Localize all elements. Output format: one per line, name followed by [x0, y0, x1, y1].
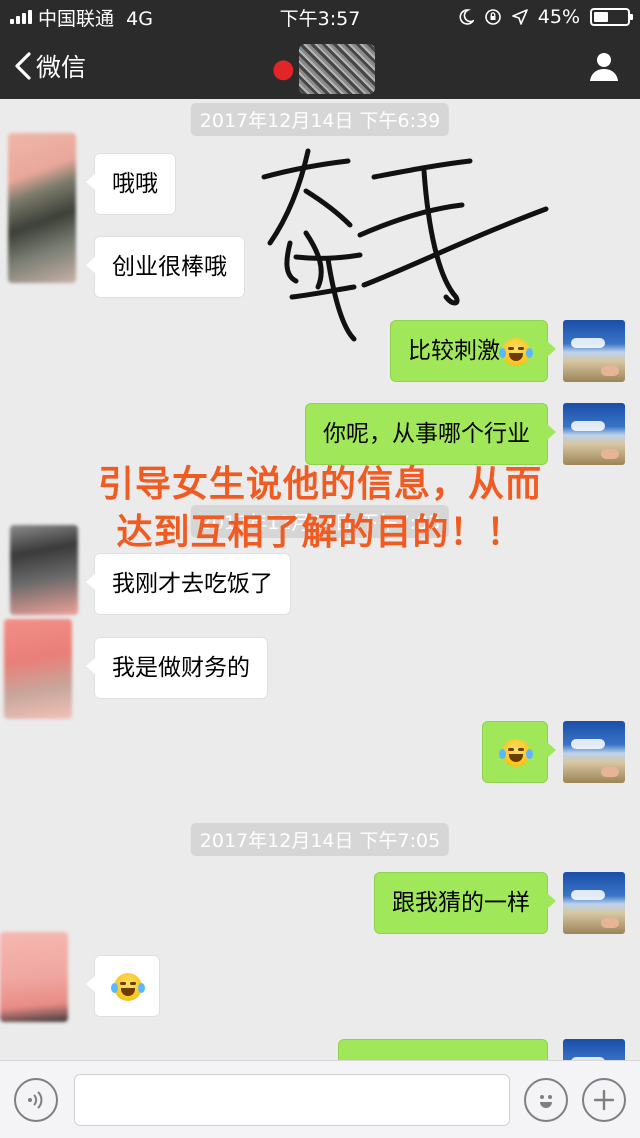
more-button[interactable]	[582, 1078, 626, 1122]
message-text: 跟我猜的一样	[392, 890, 530, 916]
message-input[interactable]	[74, 1074, 510, 1126]
redacted-contact-name	[298, 44, 375, 94]
outgoing-message[interactable]	[482, 721, 556, 783]
navigation-bar: 微信 ●	[0, 34, 640, 99]
carrier-label: 中国联通 4G	[38, 7, 153, 30]
annotation-line: 达到互相了解的目的！！	[116, 512, 524, 553]
incoming-message[interactable]	[86, 955, 160, 1017]
voice-icon	[28, 1091, 43, 1109]
face-with-tears-of-joy-icon	[111, 972, 145, 1001]
face-with-tears-of-joy-icon	[499, 738, 533, 767]
signal-icon	[10, 10, 32, 24]
chat-profile-button[interactable]	[588, 50, 620, 86]
strawberry-icon: ●	[272, 54, 295, 84]
moon-icon	[459, 9, 474, 25]
orientation-lock-icon	[484, 9, 501, 25]
message-text: 我是做财务的	[112, 655, 250, 681]
chat-area[interactable]: 2017年12月14日 下午6:39 哦哦 创业很棒哦 比较刺激 你呢，从事哪个…	[0, 99, 640, 1060]
outgoing-message[interactable]: 跟我猜的一样	[374, 872, 556, 934]
my-avatar[interactable]	[563, 1039, 625, 1060]
message-text: 比较刺激	[408, 338, 500, 364]
face-with-tears-of-joy-icon	[499, 337, 533, 366]
message-text: 你呢，从事哪个行业	[323, 421, 530, 447]
annotation-line: 引导女生说他的信息，从而	[97, 464, 542, 505]
outgoing-message[interactable]: 你呢，从事哪个行业	[305, 403, 556, 465]
contact-avatar[interactable]	[10, 525, 78, 615]
message-timestamp: 2017年12月14日 下午6:39	[190, 103, 450, 136]
back-button[interactable]: 微信	[14, 48, 86, 84]
back-label: 微信	[36, 53, 87, 82]
message-text: 创业很棒哦	[112, 254, 227, 280]
contact-avatar[interactable]	[0, 932, 68, 1022]
outgoing-message[interactable]	[338, 1039, 548, 1060]
chevron-left-icon	[15, 52, 31, 80]
my-avatar[interactable]	[563, 320, 625, 382]
network-label: 4G	[126, 7, 153, 30]
plus-icon	[593, 1089, 615, 1111]
incoming-message[interactable]: 哦哦	[86, 153, 176, 215]
incoming-message[interactable]: 创业很棒哦	[86, 236, 245, 298]
battery-percent: 45%	[537, 6, 580, 28]
handwritten-overlay	[261, 148, 549, 342]
annotation-overlay: 引导女生说他的信息，从而 达到互相了解的目的！！	[0, 461, 640, 557]
status-bar: 中国联通 4G 下午3:57 45%	[0, 0, 640, 34]
my-avatar[interactable]	[563, 872, 625, 934]
person-icon	[590, 53, 618, 81]
message-timestamp: 2017年12月14日 下午7:05	[190, 823, 450, 856]
message-text: 我刚才去吃饭了	[112, 571, 273, 597]
chat-title: ●	[272, 44, 375, 94]
incoming-message[interactable]: 我是做财务的	[86, 637, 268, 699]
smiley-icon	[540, 1095, 552, 1108]
incoming-message[interactable]: 我刚才去吃饭了	[86, 553, 291, 615]
my-avatar[interactable]	[563, 721, 625, 783]
voice-button[interactable]	[14, 1078, 58, 1122]
contact-avatar[interactable]	[8, 133, 76, 283]
input-bar	[0, 1060, 640, 1138]
battery-icon	[590, 8, 633, 26]
message-text: 哦哦	[112, 171, 158, 197]
sticker-button[interactable]	[524, 1078, 568, 1122]
location-icon	[511, 9, 528, 25]
contact-avatar[interactable]	[4, 619, 72, 719]
my-avatar[interactable]	[563, 403, 625, 465]
outgoing-message[interactable]: 比较刺激	[390, 320, 556, 382]
